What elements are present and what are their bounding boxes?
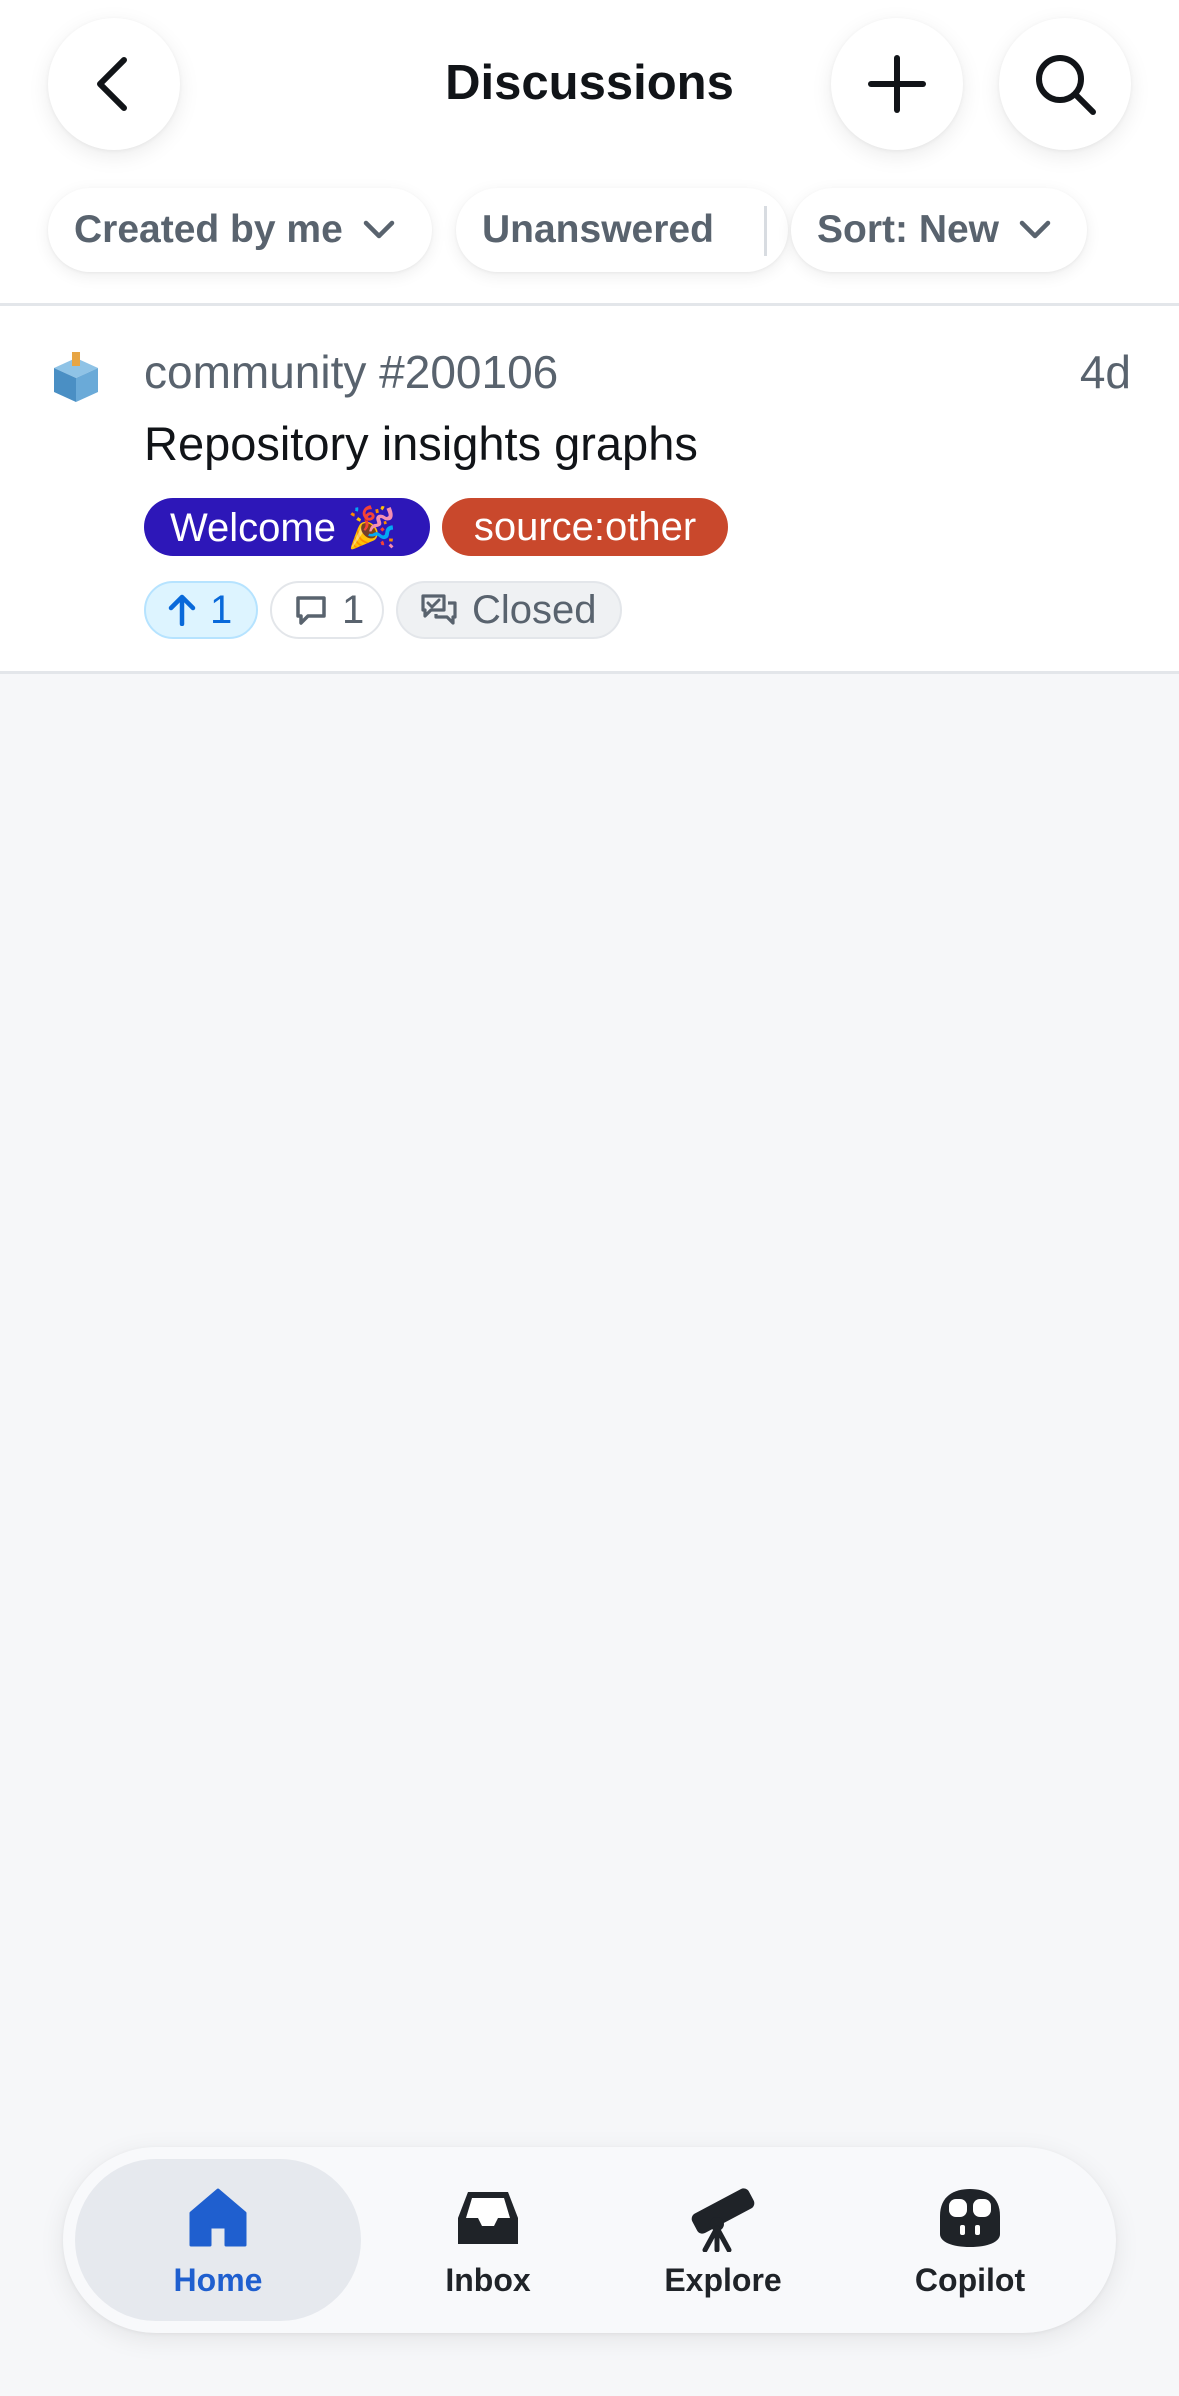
tab-home[interactable]: Home [75, 2159, 361, 2321]
filter-bar: Created by me Unanswered Sort: New [48, 188, 1179, 272]
sort-filter[interactable]: Sort: New [791, 188, 1087, 272]
tab-bar: Home Inbox Explore Copilot [63, 2147, 1116, 2333]
tab-inbox-label: Inbox [445, 2261, 531, 2298]
tab-inbox[interactable]: Inbox [383, 2159, 593, 2321]
chevron-down-icon [1019, 220, 1051, 240]
comment-count: 1 [270, 581, 384, 639]
back-button[interactable] [48, 18, 180, 150]
search-button[interactable] [999, 18, 1131, 150]
discussion-row[interactable]: community #200106 4d Repository insights… [0, 306, 1179, 674]
discussion-meta: 1 1 Closed [144, 581, 622, 639]
plus-icon [868, 55, 926, 113]
home-icon [188, 2182, 248, 2254]
created-by-filter[interactable]: Created by me [48, 188, 432, 272]
new-discussion-button[interactable] [831, 18, 963, 150]
chevron-down-icon [363, 220, 395, 240]
comment-value: 1 [342, 587, 365, 632]
page-title: Discussions [445, 56, 734, 110]
repo-avatar-icon [54, 352, 98, 402]
discussion-closed-icon [420, 593, 458, 627]
label-welcome: Welcome 🎉 [144, 498, 430, 556]
search-icon [1036, 55, 1096, 115]
comment-icon [294, 594, 328, 626]
discussion-age: 4d [1079, 346, 1131, 398]
label-source: source:other [442, 498, 728, 556]
page: Discussions Created by me Unanswered Sor… [0, 0, 1179, 2396]
header: Discussions Created by me Unanswered Sor… [0, 0, 1179, 306]
telescope-icon [687, 2182, 759, 2254]
copilot-icon [932, 2182, 1008, 2254]
upvote-count[interactable]: 1 [144, 581, 258, 639]
tab-home-label: Home [173, 2261, 263, 2298]
upvote-value: 1 [210, 587, 233, 632]
chevron-left-icon [97, 57, 127, 111]
inbox-icon [454, 2182, 522, 2254]
state-badge: Closed [396, 581, 622, 639]
label-list: Welcome 🎉 source:other [144, 498, 728, 556]
arrow-up-icon [168, 594, 196, 626]
unanswered-filter[interactable]: Unanswered [456, 188, 788, 272]
state-label: Closed [472, 587, 597, 632]
tab-copilot-label: Copilot [914, 2261, 1026, 2298]
discussion-title: Repository insights graphs [144, 417, 698, 470]
tab-explore[interactable]: Explore [618, 2159, 828, 2321]
repo-name: community #200106 [144, 346, 559, 398]
unanswered-filter-label: Unanswered [482, 208, 714, 251]
created-by-filter-label: Created by me [74, 208, 343, 251]
filter-divider [764, 206, 767, 256]
tab-copilot[interactable]: Copilot [865, 2159, 1075, 2321]
sort-filter-label: Sort: New [817, 208, 1000, 251]
tab-explore-label: Explore [664, 2261, 782, 2298]
